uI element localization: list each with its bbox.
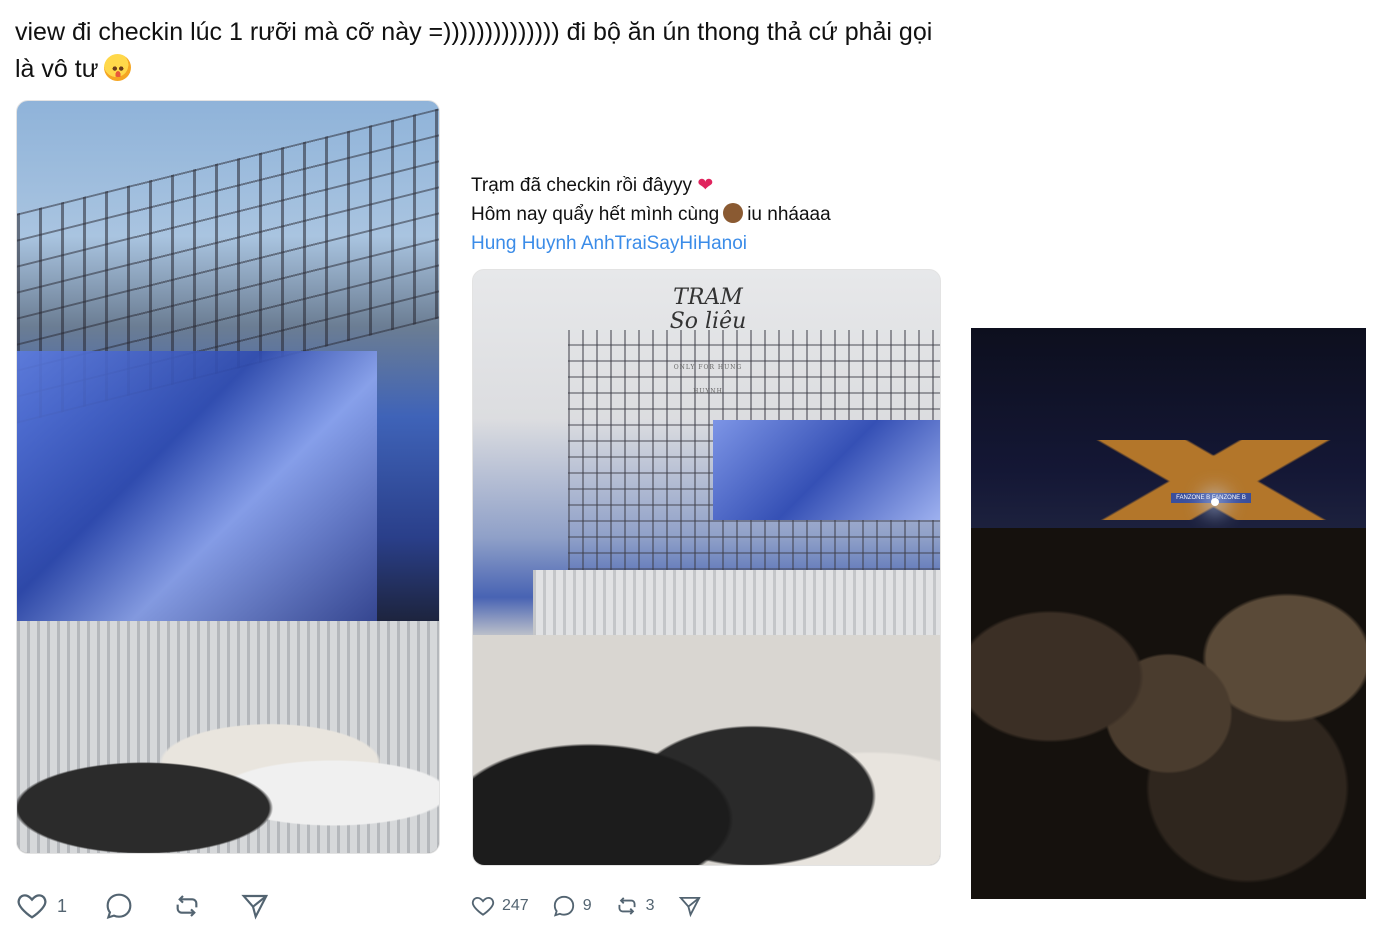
heart-icon: [471, 896, 495, 916]
crowd: [473, 635, 940, 865]
like-count: 247: [502, 897, 529, 914]
post1-text-line1: view đi checkin lúc 1 rưỡi mà cỡ này =))…: [15, 18, 933, 46]
stage-screen: [713, 420, 940, 520]
post2-action-bar: 247 9 3: [470, 893, 725, 919]
comment-icon: [553, 895, 574, 917]
heart-icon: [17, 894, 47, 919]
watermark-subtitle: So liêu: [669, 309, 747, 334]
repost-button[interactable]: [171, 890, 203, 922]
post2-line2-wrap: Hôm nay quẩy hết mình cùng iu nháaaa: [471, 200, 951, 229]
reply-button[interactable]: [103, 890, 135, 922]
repost-icon: [176, 895, 198, 917]
crowd: [971, 528, 1366, 899]
watermark-title: TRAM: [673, 285, 743, 310]
post2-line1: Trạm đã checkin rồi đâyyy: [471, 175, 693, 196]
repost-icon: [618, 897, 636, 915]
post2-text: Trạm đã checkin rồi đâyyy ❤ Hôm nay quẩy…: [471, 171, 951, 258]
crowd: [17, 703, 439, 853]
watermark-note: ONLY FOR HUNG HUYNH: [673, 364, 743, 395]
post2-line2-after: iu nháaaa: [747, 204, 831, 225]
like-button[interactable]: 247: [470, 893, 529, 919]
post1-text: view đi checkin lúc 1 rưỡi mà cỡ này =))…: [15, 14, 995, 88]
comment-icon: [106, 893, 132, 919]
send-icon: [678, 896, 701, 918]
post2-line1-wrap: Trạm đã checkin rồi đâyyy ❤: [471, 171, 951, 200]
send-icon: [241, 894, 269, 920]
photo-watermark: TRAM So liêu ONLY FOR HUNG HUYNH: [658, 286, 758, 404]
reply-button[interactable]: 9: [551, 893, 592, 919]
post1-text-line2-wrap: là vô tư: [15, 51, 995, 88]
heart-emoji-icon: ❤: [697, 175, 714, 196]
repost-button[interactable]: 3: [614, 893, 655, 919]
night-crowd-photo[interactable]: FANZONE B FANZONE B: [971, 328, 1366, 899]
spotlight: [1211, 498, 1219, 506]
post1-action-bar: 1: [15, 889, 307, 923]
post2-line2-before: Hôm nay quẩy hết mình cùng: [471, 204, 720, 225]
post1-photo-stage[interactable]: [16, 100, 440, 854]
feed-page: view đi checkin lúc 1 rưỡi mà cỡ này =))…: [0, 0, 1390, 927]
share-button[interactable]: [677, 893, 703, 919]
hot-face-emoji-icon: [104, 54, 132, 81]
post2-hashtags-link[interactable]: Hung Huynh AnhTraiSayHiHanoi: [471, 229, 951, 258]
bear-emoji-icon: [723, 203, 744, 223]
post2-photo-stage[interactable]: TRAM So liêu ONLY FOR HUNG HUYNH: [472, 269, 941, 866]
like-count: 1: [57, 895, 68, 916]
share-button[interactable]: [239, 890, 271, 922]
reply-count: 9: [582, 897, 592, 914]
fanzone-tents: [1061, 440, 1366, 520]
like-button[interactable]: 1: [15, 889, 67, 923]
post1-text-line2: là vô tư: [15, 55, 99, 83]
repost-count: 3: [645, 897, 655, 914]
